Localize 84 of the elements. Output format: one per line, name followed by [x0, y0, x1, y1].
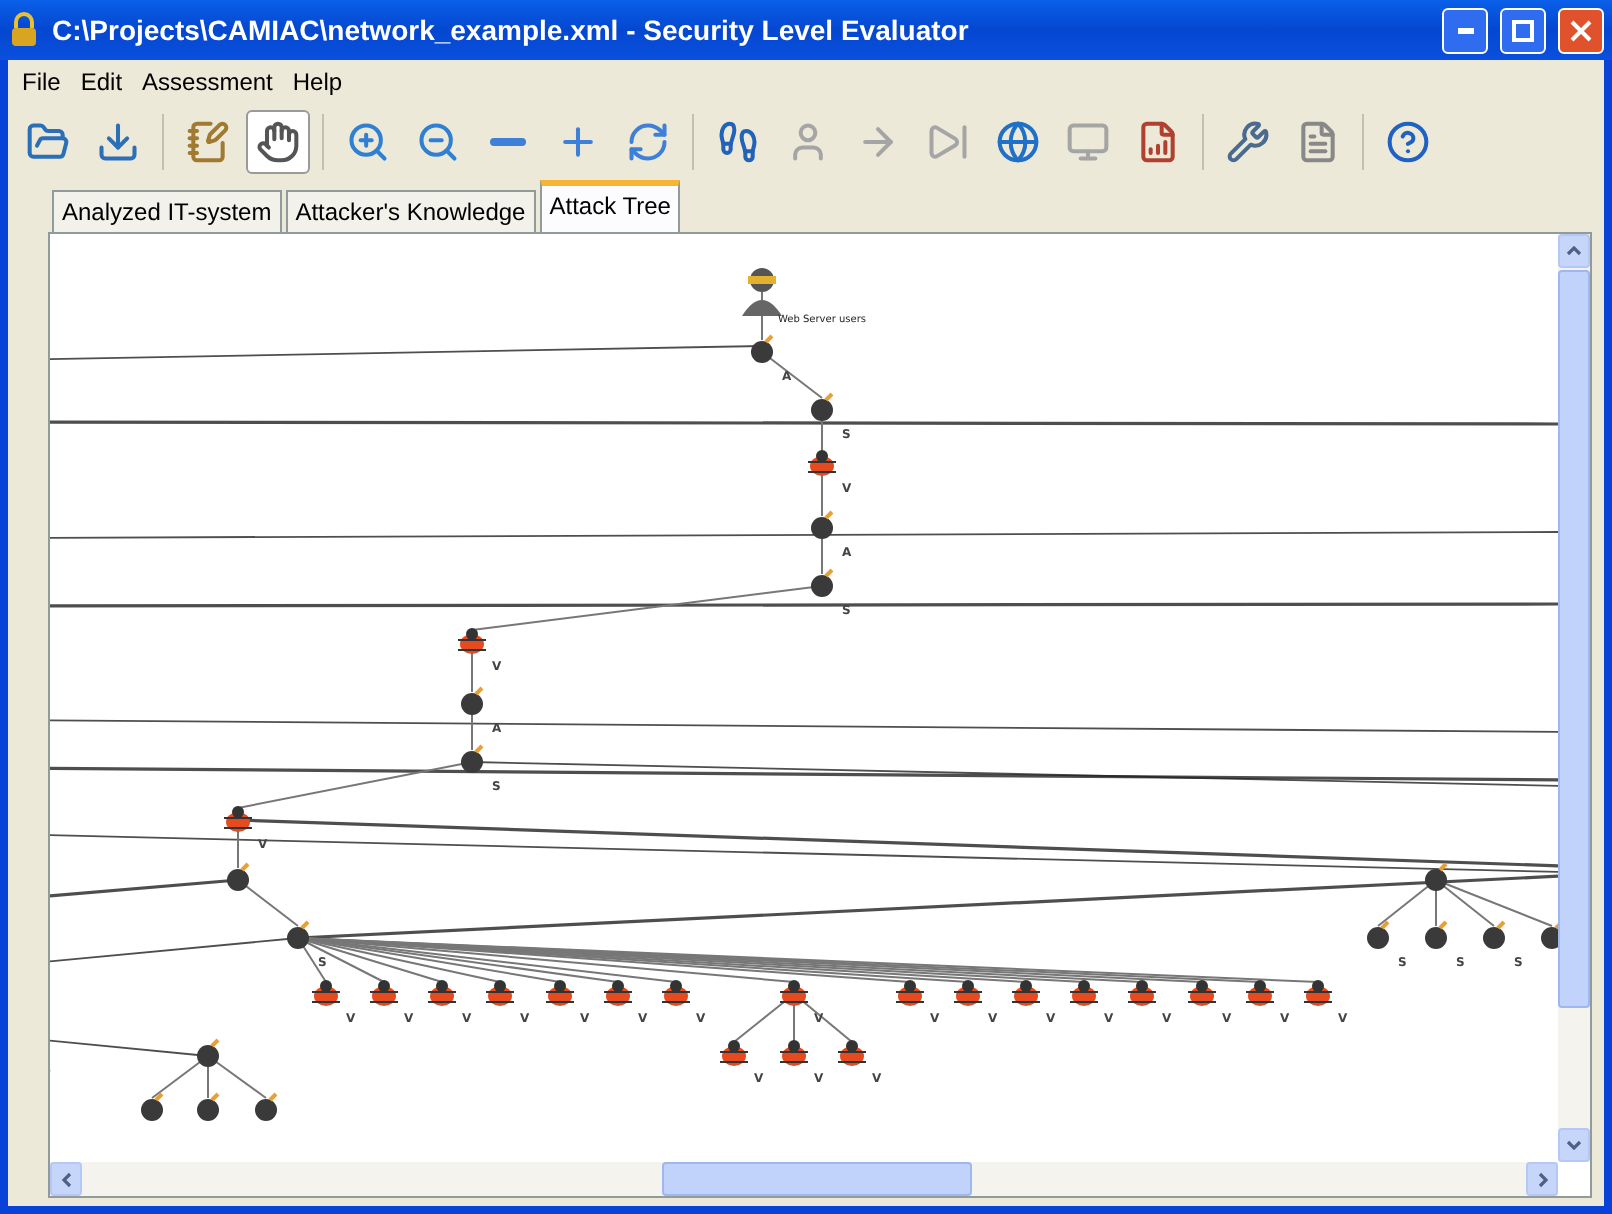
open-folder-icon — [26, 120, 70, 164]
bomb-icon — [227, 862, 250, 891]
bomb-icon — [811, 568, 834, 597]
menu-item[interactable]: Assessment — [132, 68, 283, 96]
bug-icon — [457, 628, 487, 654]
bomb-icon — [811, 392, 834, 421]
bug-icon — [1127, 980, 1157, 1006]
monitor-icon — [1066, 120, 1110, 164]
document-icon — [1296, 120, 1340, 164]
attacker-icon — [742, 268, 782, 316]
bug-icon — [1069, 980, 1099, 1006]
bomb-icon — [1425, 862, 1448, 891]
menu-item[interactable]: Edit — [70, 68, 133, 96]
import-icon — [96, 120, 140, 164]
bug-icon — [223, 806, 253, 832]
tools-icon — [1226, 120, 1270, 164]
scroll-left-button[interactable] — [50, 1162, 82, 1196]
bug-icon — [427, 980, 457, 1006]
minus-icon — [490, 138, 526, 146]
bug-icon — [369, 980, 399, 1006]
bomb-icon — [141, 1092, 164, 1121]
toolbar-button[interactable] — [246, 110, 310, 174]
chevron-right-icon — [1537, 1171, 1547, 1187]
bomb-icon — [751, 334, 774, 363]
tab[interactable]: Attack Tree — [539, 180, 681, 232]
bomb-icon — [1367, 920, 1390, 949]
bug-icon — [719, 1040, 749, 1066]
tab[interactable]: Analyzed IT-system — [52, 190, 282, 232]
bug-icon — [545, 980, 575, 1006]
tab[interactable]: Attacker's Knowledge — [285, 190, 536, 232]
bomb-icon — [287, 920, 310, 949]
menu-item[interactable]: File — [12, 68, 71, 96]
bug-icon — [311, 980, 341, 1006]
window-title: C:\Projects\CAMIAC\network_example.xml - Security Level Evaluator — [52, 14, 971, 46]
bug-icon — [661, 980, 691, 1006]
scrollbar-thumb[interactable] — [662, 1162, 972, 1196]
bug-icon — [603, 980, 633, 1006]
chevron-up-icon — [1566, 246, 1582, 256]
bug-icon — [1187, 980, 1217, 1006]
chevron-down-icon — [1566, 1140, 1582, 1150]
bug-icon — [1303, 980, 1333, 1006]
bomb-icon — [461, 744, 484, 773]
bomb-icon — [1541, 920, 1558, 949]
report-icon — [1136, 120, 1180, 164]
minimize-button[interactable] — [1442, 7, 1488, 53]
bomb-icon — [1483, 920, 1506, 949]
skip-forward-icon — [926, 120, 970, 164]
hand-icon — [256, 120, 300, 164]
maximize-button[interactable] — [1500, 7, 1546, 53]
minimize-icon — [1457, 27, 1473, 33]
zoom-in-icon — [346, 120, 390, 164]
bomb-icon — [255, 1092, 278, 1121]
close-button[interactable] — [1558, 7, 1604, 53]
footprints-icon — [716, 120, 760, 164]
notepad-edit-icon — [186, 120, 230, 164]
bug-icon — [807, 450, 837, 476]
bug-icon — [1245, 980, 1275, 1006]
bomb-icon — [197, 1092, 220, 1121]
bomb-icon — [461, 686, 484, 715]
bug-icon — [485, 980, 515, 1006]
bomb-icon — [1425, 920, 1448, 949]
help-icon — [1386, 120, 1430, 164]
lock-icon — [8, 12, 40, 48]
scroll-right-button[interactable] — [1526, 1162, 1558, 1196]
close-icon — [1570, 19, 1592, 41]
vertical-scrollbar[interactable] — [1558, 234, 1590, 1162]
menu-item[interactable]: Help — [282, 68, 353, 96]
zoom-out-icon — [416, 120, 460, 164]
scroll-up-button[interactable] — [1558, 234, 1590, 268]
bug-icon — [895, 980, 925, 1006]
bomb-icon — [197, 1038, 220, 1067]
bomb-icon — [811, 510, 834, 539]
chevron-left-icon — [61, 1171, 71, 1187]
scroll-down-button[interactable] — [1558, 1128, 1590, 1162]
bug-icon — [837, 1040, 867, 1066]
horizontal-scrollbar[interactable] — [50, 1162, 1558, 1196]
bug-icon — [779, 1040, 809, 1066]
refresh-icon — [626, 120, 670, 164]
bug-icon — [779, 980, 809, 1006]
bug-icon — [1011, 980, 1041, 1006]
bug-icon — [953, 980, 983, 1006]
maximize-icon — [1512, 19, 1534, 41]
globe-icon — [996, 120, 1040, 164]
scrollbar-thumb[interactable] — [1558, 270, 1590, 1008]
